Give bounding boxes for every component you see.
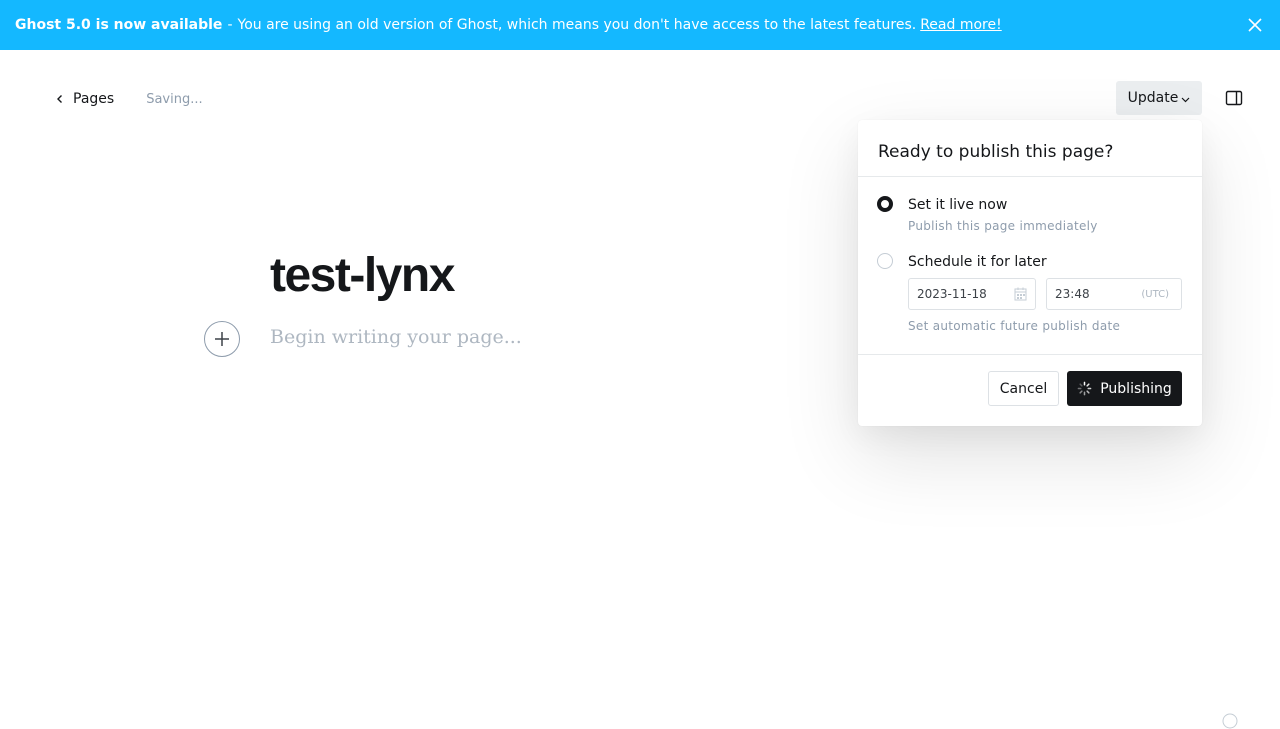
- divider: [858, 354, 1202, 355]
- publish-now-radio[interactable]: [877, 196, 893, 212]
- publish-menu: Ready to publish this page? Set it live …: [858, 120, 1202, 426]
- schedule-later-description: Set automatic future publish date: [908, 319, 1121, 333]
- upgrade-banner: Ghost 5.0 is now available - You are usi…: [0, 0, 1280, 50]
- schedule-time-input[interactable]: 23:48 (UTC): [1046, 278, 1182, 310]
- divider: [858, 176, 1202, 177]
- timezone-label: (UTC): [1141, 288, 1169, 300]
- schedule-time-value: 23:48: [1055, 287, 1090, 301]
- page-body-editor[interactable]: Begin writing your page...: [270, 326, 522, 348]
- schedule-date-value: 2023-11-18: [917, 287, 987, 301]
- publish-button[interactable]: Publishing: [1067, 371, 1182, 406]
- banner-message: You are using an old version of Ghost, w…: [237, 17, 917, 33]
- schedule-date-input[interactable]: 2023-11-18: [908, 278, 1036, 310]
- banner-title: Ghost 5.0 is now available: [15, 17, 223, 33]
- sidebar-toggle-icon[interactable]: [1224, 88, 1244, 108]
- publish-now-description: Publish this page immediately: [908, 219, 1098, 233]
- chevron-down-icon: [1181, 97, 1190, 103]
- save-status: Saving...: [146, 91, 203, 107]
- publish-now-label[interactable]: Set it live now: [908, 197, 1007, 213]
- update-button[interactable]: Update: [1116, 81, 1202, 115]
- help-icon[interactable]: [1222, 713, 1238, 729]
- calendar-icon[interactable]: [1014, 287, 1027, 301]
- schedule-later-label[interactable]: Schedule it for later: [908, 254, 1047, 270]
- banner-read-more-link[interactable]: Read more!: [920, 17, 1002, 33]
- plus-icon: [215, 332, 229, 346]
- update-button-label: Update: [1127, 90, 1179, 106]
- back-link-label: Pages: [73, 91, 115, 107]
- banner-separator: -: [227, 17, 233, 33]
- schedule-later-radio[interactable]: [877, 253, 893, 269]
- cancel-button[interactable]: Cancel: [988, 371, 1059, 406]
- publish-menu-title: Ready to publish this page?: [878, 142, 1114, 162]
- chevron-left-icon: [57, 95, 62, 103]
- cancel-button-label: Cancel: [999, 380, 1048, 397]
- editor-topbar: Pages Saving...: [55, 88, 203, 110]
- close-icon[interactable]: [1246, 16, 1264, 34]
- back-to-pages-link[interactable]: Pages: [55, 91, 114, 107]
- spinner-icon: [1077, 381, 1092, 396]
- add-card-button[interactable]: [204, 321, 240, 357]
- page-title[interactable]: test-lynx: [270, 248, 455, 303]
- publish-button-label: Publishing: [1100, 380, 1172, 397]
